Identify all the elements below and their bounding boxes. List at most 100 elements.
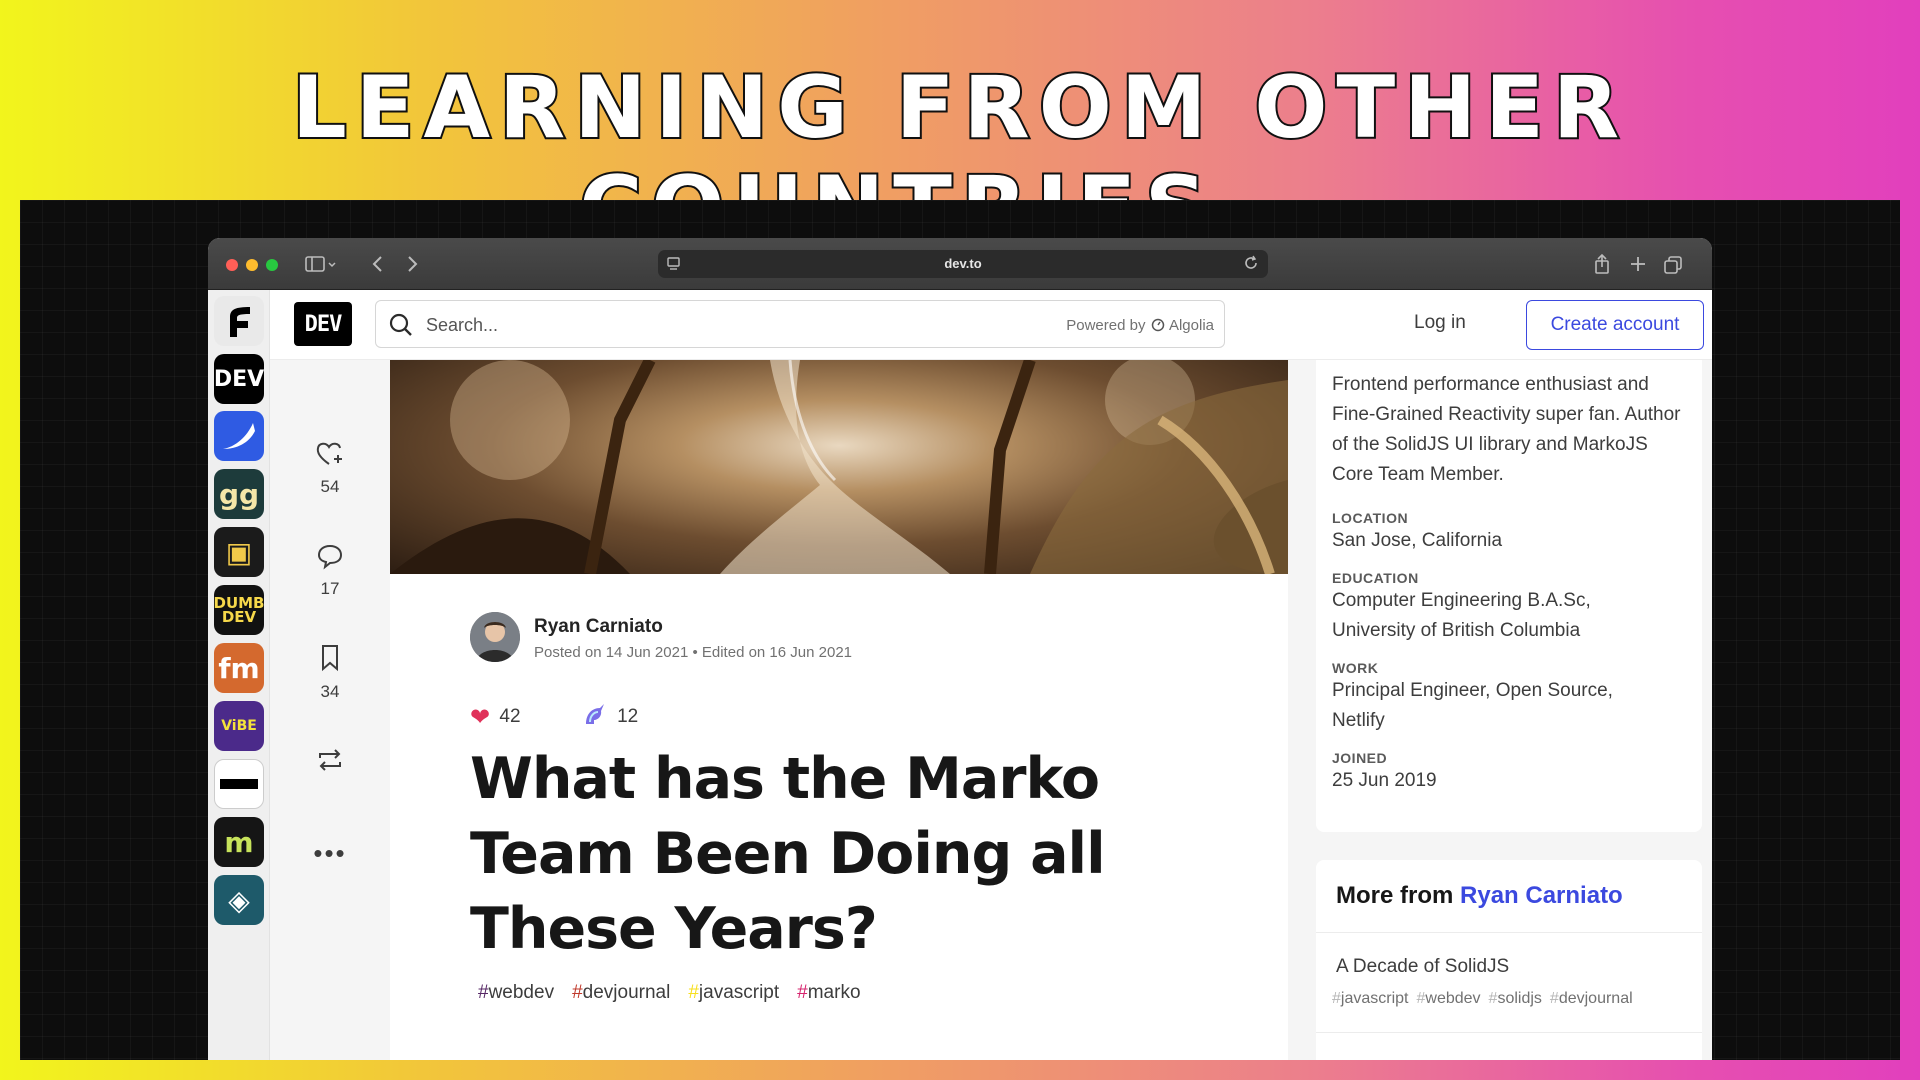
minimize-window-button[interactable]: [246, 259, 258, 271]
tag-label: webdev: [488, 982, 555, 1003]
bookmark-count: 34: [320, 682, 340, 701]
search-input[interactable]: Search... Powered by Algolia: [375, 300, 1225, 348]
more-from-label: More from: [1336, 882, 1454, 909]
author-bio: Frontend performance enthusiast and Fine…: [1332, 374, 1681, 485]
close-window-button[interactable]: [226, 259, 238, 271]
new-tab-icon[interactable]: [1628, 252, 1648, 276]
app-dev-icon[interactable]: DEV: [214, 354, 264, 404]
article-reactions: ❤ 42 12: [470, 702, 638, 732]
tag-label: devjournal: [582, 982, 671, 1003]
profile-card: Frontend performance enthusiast and Fine…: [1316, 360, 1702, 832]
app-m-app-icon[interactable]: m: [214, 817, 264, 867]
dev-logo[interactable]: DEV: [294, 302, 352, 346]
forward-icon[interactable]: [404, 252, 420, 276]
browser-titlebar: dev.to: [208, 238, 1712, 290]
more-from-author-link[interactable]: Ryan Carniato: [1460, 882, 1623, 909]
more-from-card: More from Ryan Carniato A Decade of Soli…: [1316, 860, 1702, 1060]
screenshot-frame: dev.to DEV gg ▣ DUMB DEV fm ViBE m ◈ DEV: [20, 200, 1900, 1060]
app-fm-icon[interactable]: fm: [214, 643, 264, 693]
algolia-icon: [1151, 318, 1164, 332]
work-value: Principal Engineer, Open Source, Netlify: [1332, 680, 1613, 731]
author-sidebar: Frontend performance enthusiast and Fine…: [1316, 360, 1702, 1060]
divider: [1316, 1032, 1702, 1033]
more-tag-solidjs[interactable]: #solidjs: [1489, 990, 1542, 1007]
article-title: What has the Marko Team Been Doing all T…: [470, 746, 1106, 962]
education-field: EDUCATION Computer Engineering B.A.Sc, U…: [1332, 570, 1686, 646]
hash-icon: #: [478, 982, 489, 1003]
more-tag-devjournal[interactable]: #devjournal: [1550, 990, 1633, 1007]
powered-by-label: Powered by: [1066, 317, 1146, 334]
app-forem-icon[interactable]: [214, 296, 264, 346]
tag-devjournal[interactable]: #devjournal: [572, 982, 670, 1003]
sidebar-toggle-icon[interactable]: [304, 252, 338, 276]
powered-by: Powered by Algolia: [1066, 317, 1214, 334]
article: Ryan Carniato Posted on 14 Jun 2021 • Ed…: [390, 360, 1288, 1060]
search-placeholder: Search...: [426, 315, 499, 335]
bookmark-icon: [322, 645, 338, 672]
like-count: 54: [320, 477, 340, 496]
location-label: LOCATION: [1332, 510, 1409, 526]
share-reaction[interactable]: [270, 746, 390, 779]
app-vibe-icon[interactable]: ViBE: [214, 701, 264, 751]
work-field: WORK Principal Engineer, Open Source, Ne…: [1332, 660, 1686, 736]
location-value: San Jose, California: [1332, 530, 1503, 551]
url-text: dev.to: [944, 256, 982, 271]
heart-count: 42: [499, 706, 521, 727]
algolia-label: Algolia: [1168, 317, 1214, 334]
unicorn-icon: [582, 702, 606, 732]
back-icon[interactable]: [370, 252, 386, 276]
zoom-window-button[interactable]: [266, 259, 278, 271]
joined-label: JOINED: [1332, 750, 1388, 766]
joined-field: JOINED 25 Jun 2019: [1332, 750, 1686, 796]
app-bar-app-icon[interactable]: [214, 759, 264, 809]
more-from-heading: More from Ryan Carniato: [1336, 882, 1623, 910]
tag-javascript[interactable]: #javascript: [688, 982, 779, 1003]
address-bar[interactable]: dev.to: [658, 250, 1268, 278]
post-date: Posted on 14 Jun 2021 • Edited on 16 Jun…: [534, 644, 853, 661]
education-label: EDUCATION: [1332, 570, 1419, 586]
author-name[interactable]: Ryan Carniato: [534, 616, 663, 638]
app-dumbdev-icon[interactable]: DUMB DEV: [214, 585, 265, 635]
hash-icon: #: [797, 982, 808, 1003]
forem-app-bar: DEV gg ▣ DUMB DEV fm ViBE m ◈: [208, 290, 270, 1060]
more-tag-javascript[interactable]: #javascript: [1332, 990, 1408, 1007]
comment-count: 17: [320, 579, 340, 598]
like-reaction[interactable]: 54: [270, 440, 390, 497]
sparkle-heart-icon: ❤: [470, 704, 491, 731]
comment-reaction[interactable]: 17: [270, 542, 390, 599]
hash-icon: #: [688, 982, 699, 1003]
work-label: WORK: [1332, 660, 1379, 676]
app-gg-icon[interactable]: gg: [214, 469, 264, 519]
hourglass-photo: [390, 360, 1288, 574]
app-blue-app-icon[interactable]: [214, 411, 264, 461]
page-content: 54 17 34 ••• Ryan Carniato Posted on 14 …: [270, 360, 1712, 1060]
more-tag-webdev[interactable]: #webdev: [1416, 990, 1480, 1007]
reload-icon[interactable]: [1242, 254, 1260, 277]
author-avatar[interactable]: [470, 612, 520, 662]
share-icon[interactable]: [1592, 252, 1612, 276]
app-tv-app-icon[interactable]: ▣: [214, 527, 264, 577]
tag-label: marko: [807, 982, 861, 1003]
person-icon: [470, 612, 520, 662]
search-icon: [388, 312, 414, 343]
comment-icon: [317, 544, 343, 570]
location-field: LOCATION San Jose, California: [1332, 510, 1686, 556]
more-options-icon[interactable]: •••: [270, 838, 390, 869]
tag-list: #webdev #devjournal #javascript #marko: [478, 982, 879, 1004]
more-article-link[interactable]: A Decade of SolidJS: [1336, 956, 1509, 978]
joined-value: 25 Jun 2019: [1332, 770, 1437, 791]
more-article-tags: #javascript #webdev #solidjs #devjournal: [1332, 990, 1641, 1008]
create-account-button[interactable]: Create account: [1526, 300, 1704, 350]
site-header: DEV Search... Powered by Algolia Log in …: [270, 290, 1712, 360]
tag-label: javascript: [698, 982, 780, 1003]
cover-image: [390, 360, 1288, 574]
tag-webdev[interactable]: #webdev: [478, 982, 554, 1003]
login-link[interactable]: Log in: [1414, 312, 1466, 334]
tab-overview-icon[interactable]: [1662, 252, 1684, 276]
tag-marko[interactable]: #marko: [797, 982, 860, 1003]
browser-window: dev.to DEV gg ▣ DUMB DEV fm ViBE m ◈ DEV: [208, 238, 1712, 1060]
repost-icon: [319, 749, 341, 771]
bookmark-reaction[interactable]: 34: [270, 643, 390, 702]
hash-icon: #: [572, 982, 583, 1003]
app-drop-app-icon[interactable]: ◈: [214, 875, 264, 925]
